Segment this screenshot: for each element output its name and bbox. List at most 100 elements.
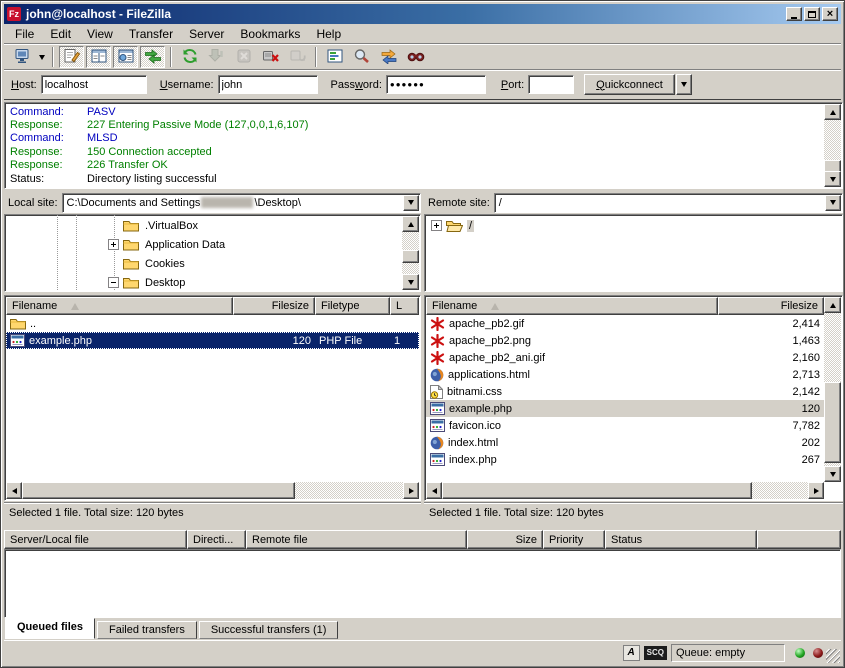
scroll-right-button[interactable] — [808, 482, 824, 499]
scroll-thumb[interactable] — [22, 482, 295, 499]
file-row-index-html[interactable]: index.html202 — [426, 434, 824, 451]
tree-item-desktop[interactable]: Desktop — [5, 273, 402, 292]
log-scrollbar[interactable] — [824, 104, 841, 187]
scroll-thumb[interactable] — [402, 250, 419, 263]
close-button[interactable]: × — [822, 7, 838, 21]
column-header-[interactable] — [757, 530, 841, 549]
menu-view[interactable]: View — [79, 24, 121, 44]
scroll-up-button[interactable] — [402, 216, 419, 232]
local-list-hscrollbar[interactable] — [6, 482, 419, 499]
menu-edit[interactable]: Edit — [42, 24, 79, 44]
php-icon — [430, 402, 445, 415]
toggle-remote-tree-button[interactable] — [113, 46, 138, 68]
log-line: Status:Directory listing successful — [7, 172, 822, 185]
host-input[interactable] — [41, 75, 147, 94]
column-header-filetype[interactable]: Filetype — [315, 297, 390, 315]
remote-file-list: FilenameFilesize apache_pb2.gif2,414apac… — [424, 295, 843, 501]
column-header-filesize[interactable]: Filesize — [718, 297, 824, 315]
scroll-left-button[interactable] — [6, 482, 22, 499]
data-type-indicator-icon: A — [623, 645, 640, 661]
tree-item-cookies[interactable]: Cookies — [5, 254, 402, 273]
synchronized-browsing-button[interactable] — [376, 46, 401, 68]
scroll-down-button[interactable] — [402, 274, 419, 290]
file-row-bitnami-css[interactable]: bitnami.css2,142 — [426, 383, 824, 400]
quickconnect-dropdown[interactable] — [676, 74, 692, 95]
scroll-down-button[interactable] — [824, 466, 841, 482]
maximize-button[interactable] — [804, 7, 820, 21]
file-row-apache-pb2-png[interactable]: apache_pb2.png1,463 — [426, 332, 824, 349]
remote-list-hscrollbar[interactable] — [426, 482, 824, 499]
tree-item-[interactable]: / — [425, 216, 840, 235]
column-header-priority[interactable]: Priority — [543, 530, 605, 549]
tab-queued-files[interactable]: Queued files — [5, 618, 95, 639]
port-input[interactable] — [528, 75, 574, 94]
username-input[interactable] — [218, 75, 318, 94]
scroll-up-button[interactable] — [824, 104, 841, 120]
minimize-button[interactable] — [786, 7, 802, 21]
column-header-remote-file[interactable]: Remote file — [246, 530, 467, 549]
expander-plus-icon[interactable] — [108, 239, 119, 250]
resize-grip[interactable] — [826, 649, 840, 663]
password-input[interactable] — [386, 75, 486, 94]
menu-help[interactable]: Help — [308, 24, 349, 44]
toggle-local-tree-button[interactable] — [86, 46, 111, 68]
toggle-message-log-button[interactable] — [59, 46, 84, 68]
triangle-up-icon — [408, 222, 414, 227]
column-header-filename[interactable]: Filename — [6, 297, 233, 315]
scroll-thumb[interactable] — [442, 482, 752, 499]
file-row-example-php[interactable]: example.php120PHP File1 — [6, 332, 419, 349]
tree-item-application-data[interactable]: Application Data — [5, 235, 402, 254]
open-site-manager-button[interactable] — [9, 46, 34, 68]
expander-plus-icon[interactable] — [431, 220, 442, 231]
file-row-[interactable]: .. — [6, 315, 419, 332]
remote-site-combobox[interactable]: / — [494, 193, 843, 213]
folder-icon — [10, 317, 26, 330]
filezilla-window: Fz john@localhost - FileZilla × FileEdit… — [0, 0, 845, 668]
quickconnect-bar: Host: Username: Password: Port: Quickcon… — [4, 70, 841, 100]
scroll-right-button[interactable] — [403, 482, 419, 499]
local-site-combobox[interactable]: C:\Documents and Settings\Desktop\ — [62, 193, 421, 213]
refresh-file-lists-button[interactable] — [177, 46, 202, 68]
column-header-server-local-file[interactable]: Server/Local file — [4, 530, 187, 549]
local-site-dropdown[interactable] — [403, 195, 419, 211]
tab-failed-transfers[interactable]: Failed transfers — [97, 621, 197, 639]
site-manager-dropdown[interactable] — [35, 46, 48, 68]
log-line: Command:PASV — [7, 105, 822, 118]
column-header-directi[interactable]: Directi... — [187, 530, 246, 549]
file-row-applications-html[interactable]: applications.html2,713 — [426, 366, 824, 383]
menu-transfer[interactable]: Transfer — [121, 24, 181, 44]
file-row-favicon-ico[interactable]: favicon.ico7,782 — [426, 417, 824, 434]
file-row-index-php[interactable]: index.php267 — [426, 451, 824, 468]
disconnect-from-server-button[interactable] — [258, 46, 283, 68]
file-row-example-php[interactable]: example.php120 — [426, 400, 824, 417]
column-header-status[interactable]: Status — [605, 530, 757, 549]
remote-list-vscrollbar[interactable] — [824, 297, 841, 482]
tab-successful-transfers-1[interactable]: Successful transfers (1) — [199, 621, 339, 639]
menu-bookmarks[interactable]: Bookmarks — [232, 24, 308, 44]
filesize-cell: 2,142 — [718, 383, 824, 400]
expander-minus-icon[interactable] — [108, 277, 119, 288]
remote-list-body: apache_pb2.gif2,414apache_pb2.png1,463ap… — [426, 315, 824, 482]
tree-item-virtualbox[interactable]: .VirtualBox — [5, 216, 402, 235]
column-header-size[interactable]: Size — [467, 530, 543, 549]
local-tree-scrollbar[interactable] — [402, 216, 419, 290]
menu-server[interactable]: Server — [181, 24, 232, 44]
scroll-thumb[interactable] — [824, 382, 841, 463]
remote-site-dropdown[interactable] — [825, 195, 841, 211]
image-icon — [430, 334, 445, 348]
column-header-filename[interactable]: Filename — [426, 297, 718, 315]
file-row-apache-pb2-gif[interactable]: apache_pb2.gif2,414 — [426, 315, 824, 332]
scroll-up-button[interactable] — [824, 297, 841, 313]
scroll-left-button[interactable] — [426, 482, 442, 499]
directory-comparison-button[interactable] — [349, 46, 374, 68]
chevron-down-icon — [830, 200, 836, 205]
column-header-filesize[interactable]: Filesize — [233, 297, 315, 315]
directory-listing-filters-button[interactable] — [322, 46, 347, 68]
find-files-button[interactable] — [403, 46, 428, 68]
file-row-apache-pb2-ani-gif[interactable]: apache_pb2_ani.gif2,160 — [426, 349, 824, 366]
column-header-l[interactable]: L — [390, 297, 419, 315]
toggle-transfer-queue-button[interactable] — [140, 46, 165, 68]
scroll-down-button[interactable] — [824, 171, 841, 187]
menu-file[interactable]: File — [7, 24, 42, 44]
quickconnect-button[interactable]: Quickconnect — [584, 74, 675, 95]
